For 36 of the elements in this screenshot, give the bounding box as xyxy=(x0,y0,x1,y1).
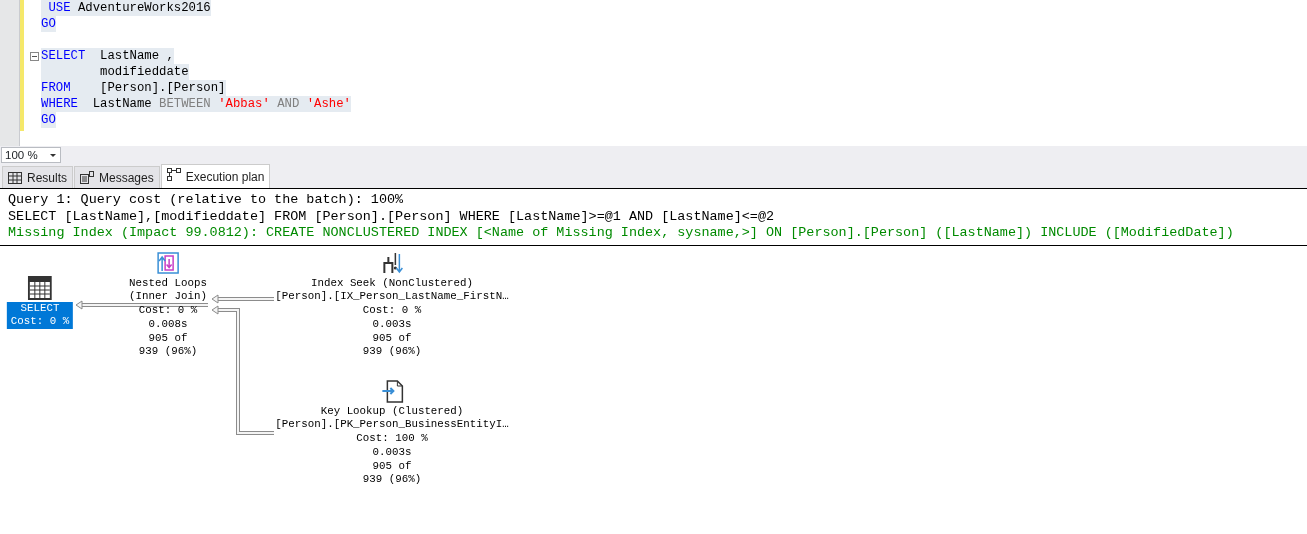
node-text: 939 (96%) xyxy=(361,345,423,360)
node-text: Index Seek (NonClustered) xyxy=(310,276,474,291)
node-text: SELECT xyxy=(19,301,61,316)
connector-arrow xyxy=(211,294,275,303)
node-text: 905 of xyxy=(147,331,189,346)
query-text: Query 1: Query cost (relative to the batch): 100% xyxy=(8,192,405,209)
node-text: Cost: 0 % xyxy=(361,304,423,318)
flowchart-icon xyxy=(166,168,181,181)
zoom-dropdown[interactable]: 100 % xyxy=(1,147,61,163)
node-text: 0.003s xyxy=(371,317,413,332)
node-text: Key Lookup (Clustered) xyxy=(319,404,465,419)
tab[interactable]: Results xyxy=(2,166,73,188)
lookup-icon[interactable] xyxy=(380,378,404,403)
node-text: Cost: 0 % xyxy=(137,304,199,318)
document-icon xyxy=(80,171,94,184)
tab[interactable]: Execution plan xyxy=(160,164,271,188)
loop-icon[interactable] xyxy=(156,250,180,275)
index-seek-icon[interactable] xyxy=(380,250,404,275)
table-icon[interactable] xyxy=(28,275,52,300)
node-text: (Inner Join) xyxy=(129,290,207,305)
node-text: Cost: 0 % xyxy=(10,315,70,330)
query-text: SELECT [LastName],[modifieddate] FROM [Person].[Person] WHERE [LastName]>=@1 AND [LastName]<=@2 xyxy=(8,208,776,225)
node-text: [Person].[IX_Person_LastName_FirstN… xyxy=(275,290,509,305)
node-text: 0.008s xyxy=(147,317,189,332)
tab[interactable]: Messages xyxy=(74,166,160,188)
node-text: 939 (96%) xyxy=(137,345,199,360)
node-text: 905 of xyxy=(371,331,413,346)
node-text: 905 of xyxy=(371,459,413,474)
node-text: 939 (96%) xyxy=(361,473,423,488)
grid-icon xyxy=(8,171,22,184)
node-text: Nested Loops xyxy=(129,276,207,291)
node-text: 0.003s xyxy=(371,445,413,460)
node-text: Cost: 100 % xyxy=(355,432,429,446)
missing-index-text: Missing Index (Impact 99.0812): CREATE NONCLUSTERED INDEX [<Name of Missing Index, sysname,>] ON [Person].[Person] ([LastName]) INCLUDE ([ModifiedDate]) xyxy=(8,225,1235,242)
node-text: [Person].[PK_Person_BusinessEntityI… xyxy=(275,418,509,433)
collapse-icon[interactable] xyxy=(30,51,39,61)
